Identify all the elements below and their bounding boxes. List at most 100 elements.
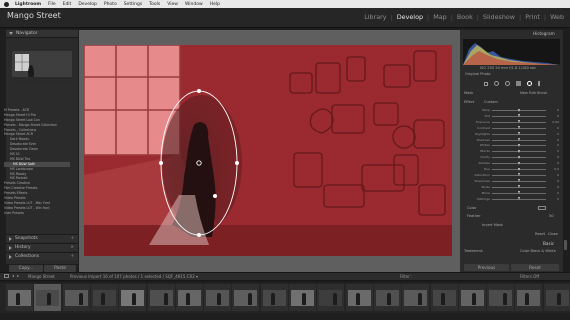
slider-knob[interactable]: [517, 191, 520, 195]
menu-view[interactable]: View: [167, 2, 178, 7]
filmstrip-thumbnail[interactable]: [6, 284, 33, 311]
module-library[interactable]: Library: [364, 13, 386, 21]
apple-icon[interactable]: [4, 1, 9, 7]
slider-knob[interactable]: [517, 155, 520, 159]
adjustment-brush-icon[interactable]: [537, 81, 540, 86]
slider-knob[interactable]: [517, 179, 520, 183]
effect-preset-dropdown[interactable]: Custom: [484, 100, 498, 104]
invert-mask-checkbox[interactable]: Invert Mask: [482, 223, 503, 227]
slider-knob[interactable]: [517, 138, 520, 141]
histogram[interactable]: [463, 39, 560, 65]
menu-help[interactable]: Help: [210, 2, 220, 7]
slider-value[interactable]: 0: [549, 173, 559, 177]
right-panel-scrollbar[interactable]: [563, 30, 567, 272]
red-eye-icon[interactable]: [504, 81, 510, 86]
scrollbar-thumb[interactable]: [563, 240, 567, 250]
slider-value[interactable]: 0: [549, 149, 559, 153]
filmstrip-thumbnail[interactable]: [34, 284, 62, 311]
slider-value[interactable]: 0: [549, 185, 559, 189]
filter-dropdown[interactable]: Filters Off: [520, 274, 539, 279]
reset-mask-button[interactable]: Reset: [535, 232, 545, 236]
slider-knob[interactable]: [517, 120, 520, 124]
previous-button[interactable]: Previous: [464, 264, 509, 271]
treatment-options[interactable]: Color Black & White: [520, 249, 556, 253]
spot-removal-icon[interactable]: [493, 81, 499, 86]
module-web[interactable]: Web: [550, 13, 564, 21]
module-book[interactable]: Book: [457, 13, 473, 21]
slider-knob[interactable]: [517, 161, 520, 165]
menu-settings[interactable]: Settings: [124, 2, 142, 7]
filmstrip-thumbnail[interactable]: [345, 284, 373, 311]
clear-history-icon[interactable]: ×: [70, 245, 74, 250]
slider-knob[interactable]: [517, 143, 520, 147]
filmstrip-thumbnail[interactable]: [487, 284, 515, 311]
mask-mode-options[interactable]: New Edit Brush: [520, 91, 547, 95]
main-photo[interactable]: [84, 45, 452, 256]
grid-view-icon[interactable]: [4, 274, 9, 278]
filmstrip-thumbnail[interactable]: [90, 284, 118, 311]
filmstrip-thumbnail[interactable]: [175, 284, 203, 311]
original-photo-checkbox[interactable]: Original Photo: [465, 72, 490, 76]
slider-value[interactable]: 0: [549, 132, 559, 136]
reset-button[interactable]: Reset: [511, 264, 559, 271]
slider-value[interactable]: 0: [549, 197, 559, 201]
slider-knob[interactable]: [517, 108, 520, 112]
filmstrip-thumbnail[interactable]: [119, 284, 147, 311]
snapshots-section[interactable]: Snapshots +: [6, 234, 78, 242]
history-section[interactable]: History ×: [6, 243, 78, 251]
slider-value[interactable]: 0: [549, 155, 559, 159]
slider-knob[interactable]: [517, 167, 520, 171]
back-arrow-icon[interactable]: ◂: [12, 274, 14, 278]
add-collection-icon[interactable]: +: [70, 254, 74, 259]
radial-filter-overlay[interactable]: [84, 45, 452, 256]
slider-knob[interactable]: [517, 185, 520, 189]
slider-value[interactable]: 0: [549, 114, 559, 118]
slider-value[interactable]: 0: [549, 108, 559, 112]
filmstrip-thumbnail[interactable]: [373, 284, 401, 311]
menu-window[interactable]: Window: [185, 2, 203, 7]
forward-arrow-icon[interactable]: ▸: [17, 274, 19, 278]
slider-value[interactable]: 0: [549, 191, 559, 195]
slider-knob[interactable]: [517, 197, 520, 200]
menu-edit[interactable]: Edit: [63, 2, 72, 7]
filmstrip-thumbnail[interactable]: [232, 284, 260, 311]
paste-button[interactable]: Paste: [44, 265, 76, 272]
slider-value[interactable]: 0: [549, 161, 559, 165]
menu-tools[interactable]: Tools: [149, 2, 160, 7]
radial-filter-icon[interactable]: [526, 81, 532, 86]
basic-panel-label[interactable]: Basic: [543, 241, 554, 246]
slider-knob[interactable]: [517, 149, 520, 153]
filmstrip-thumbnail[interactable]: [260, 284, 288, 311]
slider-value[interactable]: 0.0: [549, 167, 559, 171]
filmstrip-thumbnail[interactable]: [458, 284, 486, 311]
slider-value[interactable]: 0: [549, 138, 559, 142]
navigator-header[interactable]: Navigator: [6, 30, 78, 38]
filmstrip-source[interactable]: Mango Street: [28, 274, 55, 279]
slider-knob[interactable]: [517, 173, 520, 177]
collections-section[interactable]: Collections +: [6, 252, 78, 260]
menu-develop[interactable]: Develop: [78, 2, 97, 7]
slider-knob[interactable]: [517, 114, 520, 118]
add-snapshot-icon[interactable]: +: [70, 236, 74, 241]
filmstrip-thumbnail[interactable]: [204, 284, 232, 311]
filmstrip-thumbnail[interactable]: [515, 284, 543, 311]
crop-tool-icon[interactable]: [483, 82, 488, 86]
navigator-preview[interactable]: [12, 51, 72, 84]
slider-knob[interactable]: [517, 132, 520, 136]
slider-value[interactable]: 0: [549, 126, 559, 130]
color-swatch[interactable]: [538, 206, 546, 210]
filmstrip-info[interactable]: Previous Import 16 of 107 photos / 1 sel…: [70, 274, 198, 279]
module-map[interactable]: Map: [433, 13, 447, 21]
copy-button[interactable]: Copy...: [9, 265, 43, 272]
filmstrip-thumbnail[interactable]: [317, 284, 345, 311]
filmstrip-thumbnail[interactable]: [543, 284, 570, 311]
menu-photo[interactable]: Photo: [104, 2, 117, 7]
graduated-filter-icon[interactable]: [515, 81, 521, 86]
module-slideshow[interactable]: Slideshow: [483, 13, 515, 21]
menu-lightroom[interactable]: Lightroom: [15, 2, 41, 7]
slider-value[interactable]: 0: [549, 179, 559, 183]
close-mask-button[interactable]: Close: [548, 232, 558, 236]
filmstrip-thumbnail[interactable]: [430, 284, 458, 311]
module-print[interactable]: Print: [525, 13, 540, 21]
slider-value[interactable]: 0: [549, 143, 559, 147]
